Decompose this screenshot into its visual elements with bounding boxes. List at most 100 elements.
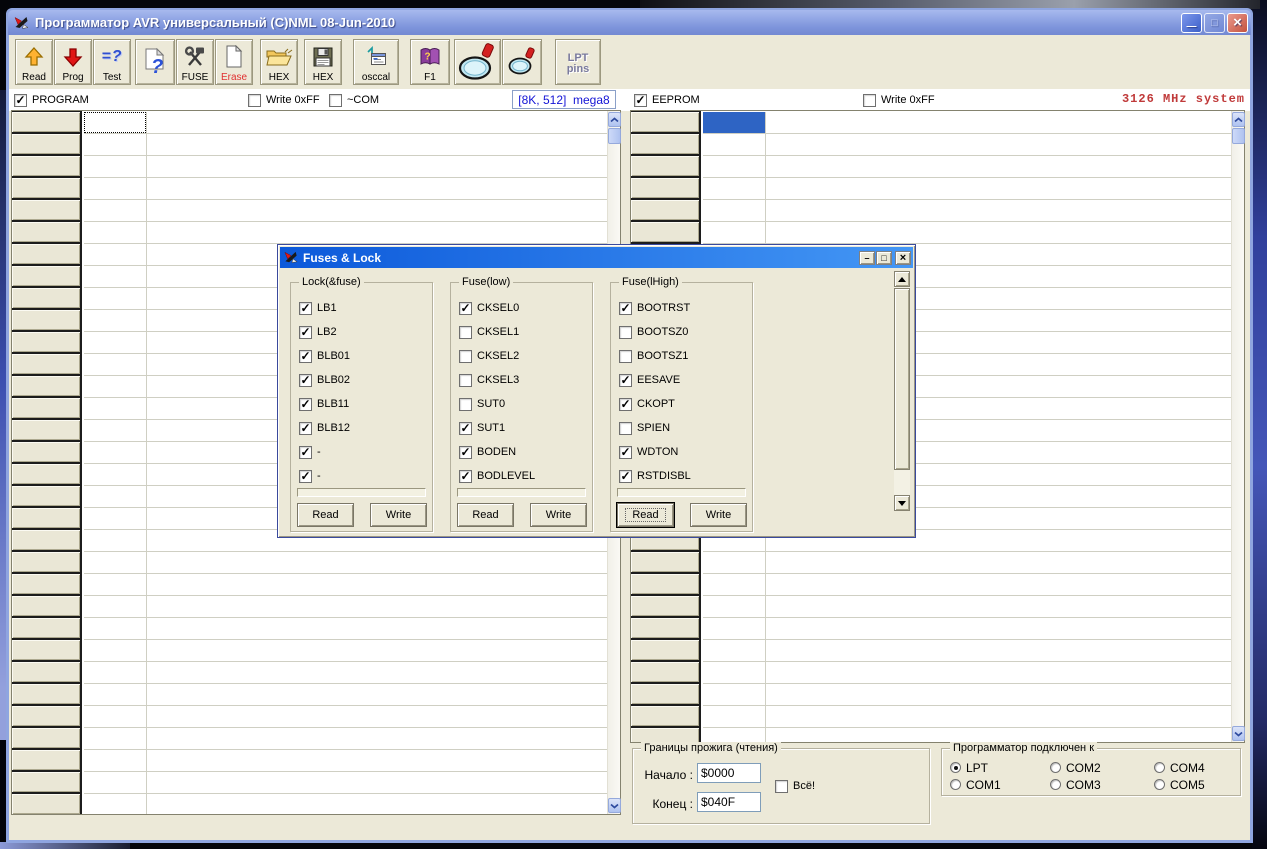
fuse-checkbox-cksel2[interactable]: CKSEL2 <box>459 344 592 368</box>
fuse-read-button-2[interactable]: Read <box>617 503 674 527</box>
end-address-field[interactable] <box>697 792 761 812</box>
fuse-checkbox-blb01[interactable]: ✓BLB01 <box>299 344 432 368</box>
checkbox-box: ✓ <box>299 422 312 435</box>
fuse-checkbox-bodlevel[interactable]: ✓BODLEVEL <box>459 464 592 488</box>
toolbar-button-read[interactable]: Read <box>15 39 53 85</box>
fuse-checkbox-boden[interactable]: ✓BODEN <box>459 440 592 464</box>
fuse-checkbox-blb12[interactable]: ✓BLB12 <box>299 416 432 440</box>
fuse-checkbox-cksel1[interactable]: CKSEL1 <box>459 320 592 344</box>
toolbar-button-zoom-small[interactable] <box>502 39 542 85</box>
fuse-write-button-0[interactable]: Write <box>370 503 427 527</box>
toolbar-button-hex-load[interactable]: HEX <box>260 39 298 85</box>
fuse-checkbox-ckopt[interactable]: ✓CKOPT <box>619 392 752 416</box>
toolbar-button-hex-save[interactable]: HEX <box>304 39 342 85</box>
fuse-read-button-0[interactable]: Read <box>297 503 354 527</box>
fuse-checkbox-blb02[interactable]: ✓BLB02 <box>299 368 432 392</box>
dialog-close-button[interactable]: × <box>895 251 911 265</box>
toolbar-button-help[interactable]: ? <box>135 39 175 85</box>
write-0xff-flash-checkbox[interactable]: Write 0xFF <box>248 94 320 107</box>
toolbar-button-erase[interactable]: Erase <box>215 39 253 85</box>
checkbox-label: LB1 <box>317 302 337 314</box>
toolbar-button-label: Test <box>103 72 121 83</box>
window-title: Программатор AVR универсальный (C)NML 08… <box>35 15 1179 30</box>
com-checkbox[interactable]: ~COM <box>329 94 379 107</box>
fuse-checkbox-eesave[interactable]: ✓EESAVE <box>619 368 752 392</box>
toolbar-button-prog[interactable]: Prog <box>54 39 92 85</box>
triangle-down-icon <box>898 501 906 506</box>
fuse-checkbox-sut0[interactable]: SUT0 <box>459 392 592 416</box>
fuse-checkbox-spien[interactable]: SPIEN <box>619 416 752 440</box>
toolbar: ReadProg=?Test?FUSEEraseHEXHEXosccal?F1L… <box>9 35 1250 89</box>
scroll-thumb[interactable] <box>1232 128 1245 144</box>
fuse-checkbox-bootsz0[interactable]: BOOTSZ0 <box>619 320 752 344</box>
focused-cell[interactable] <box>84 112 146 133</box>
row-header <box>12 486 80 506</box>
toolbar-button-lpt-pins[interactable]: LPT pins <box>555 39 601 85</box>
dialog-maximize-button[interactable]: □ <box>876 251 892 265</box>
fuse-write-button-2[interactable]: Write <box>690 503 747 527</box>
dialog-minimize-button[interactable]: – <box>859 251 875 265</box>
scroll-down-button[interactable] <box>894 495 910 511</box>
radio-com2[interactable]: COM2 <box>1050 761 1154 775</box>
fuse-checkbox-wdton[interactable]: ✓WDTON <box>619 440 752 464</box>
checkbox-box <box>248 94 261 107</box>
checkbox-box: ✓ <box>299 350 312 363</box>
toolbar-button-test[interactable]: =?Test <box>93 39 131 85</box>
toolbar-button-fuse[interactable]: FUSE <box>176 39 214 85</box>
checkbox-label: RSTDISBL <box>637 470 691 482</box>
eeprom-scrollbar[interactable] <box>1231 111 1244 742</box>
scroll-up-button[interactable] <box>1232 112 1245 127</box>
toolbar-button-osccal[interactable]: osccal <box>353 39 399 85</box>
checkbox-label: Write 0xFF <box>881 94 935 106</box>
radio-circle <box>1154 762 1165 773</box>
start-address-field[interactable] <box>697 763 761 783</box>
fuse-checkbox-sut1[interactable]: ✓SUT1 <box>459 416 592 440</box>
radio-com5[interactable]: COM5 <box>1154 778 1248 792</box>
fuse-checkbox-cksel0[interactable]: ✓CKSEL0 <box>459 296 592 320</box>
flash-grid-row-headers <box>12 111 82 814</box>
toolbar-gap <box>343 39 353 40</box>
maximize-button[interactable]: □ <box>1204 13 1225 33</box>
toolbar-button-zoom-large[interactable] <box>454 39 501 85</box>
radio-com4[interactable]: COM4 <box>1154 761 1248 775</box>
fuse-checkbox-cksel3[interactable]: CKSEL3 <box>459 368 592 392</box>
write-0xff-eeprom-checkbox[interactable]: Write 0xFF <box>863 94 935 107</box>
fuse-checkbox-dash-6[interactable]: ✓- <box>299 440 432 464</box>
radio-circle <box>1050 762 1061 773</box>
scroll-thumb[interactable] <box>894 288 910 470</box>
fuse-write-button-1[interactable]: Write <box>530 503 587 527</box>
radio-com3[interactable]: COM3 <box>1050 778 1154 792</box>
fuse-checkbox-bootrst[interactable]: ✓BOOTRST <box>619 296 752 320</box>
fuse-progress-bar <box>297 488 426 497</box>
selected-cell[interactable] <box>703 112 765 133</box>
eeprom-checkbox[interactable]: ✓EEPROM <box>634 94 700 107</box>
chip-info-box: [8K, 512] mega8 <box>512 90 616 109</box>
scroll-down-button[interactable] <box>1232 726 1245 741</box>
checkbox-box <box>863 94 876 107</box>
fuse-checkbox-blb11[interactable]: ✓BLB11 <box>299 392 432 416</box>
fuse-checkbox-bootsz1[interactable]: BOOTSZ1 <box>619 344 752 368</box>
fuse-checkbox-lb2[interactable]: ✓LB2 <box>299 320 432 344</box>
dialog-titlebar[interactable]: Fuses & Lock – □ × <box>280 247 913 268</box>
fuse-checkbox-rstdisbl[interactable]: ✓RSTDISBL <box>619 464 752 488</box>
checkbox-label: CKSEL0 <box>477 302 519 314</box>
scroll-down-button[interactable] <box>608 798 621 813</box>
scroll-thumb[interactable] <box>608 128 621 144</box>
radio-lpt[interactable]: LPT <box>950 761 1050 775</box>
window-titlebar[interactable]: Программатор AVR универсальный (C)NML 08… <box>8 10 1251 35</box>
radio-com1[interactable]: COM1 <box>950 778 1050 792</box>
row-header <box>12 750 80 770</box>
row-header <box>12 772 80 792</box>
fuse-checkbox-dash-7[interactable]: ✓- <box>299 464 432 488</box>
checkbox-label: WDTON <box>637 446 678 458</box>
scroll-up-button[interactable] <box>894 271 910 287</box>
close-button[interactable]: × <box>1227 13 1248 33</box>
minimize-button[interactable]: — <box>1181 13 1202 33</box>
toolbar-button-f1[interactable]: ?F1 <box>410 39 450 85</box>
fuse-checkbox-lb1[interactable]: ✓LB1 <box>299 296 432 320</box>
scroll-up-button[interactable] <box>608 112 621 127</box>
fuse-read-button-1[interactable]: Read <box>457 503 514 527</box>
all-checkbox[interactable]: Всё! <box>775 780 815 793</box>
dialog-scrollbar[interactable] <box>894 271 910 511</box>
program-checkbox[interactable]: ✓PROGRAM <box>14 94 89 107</box>
